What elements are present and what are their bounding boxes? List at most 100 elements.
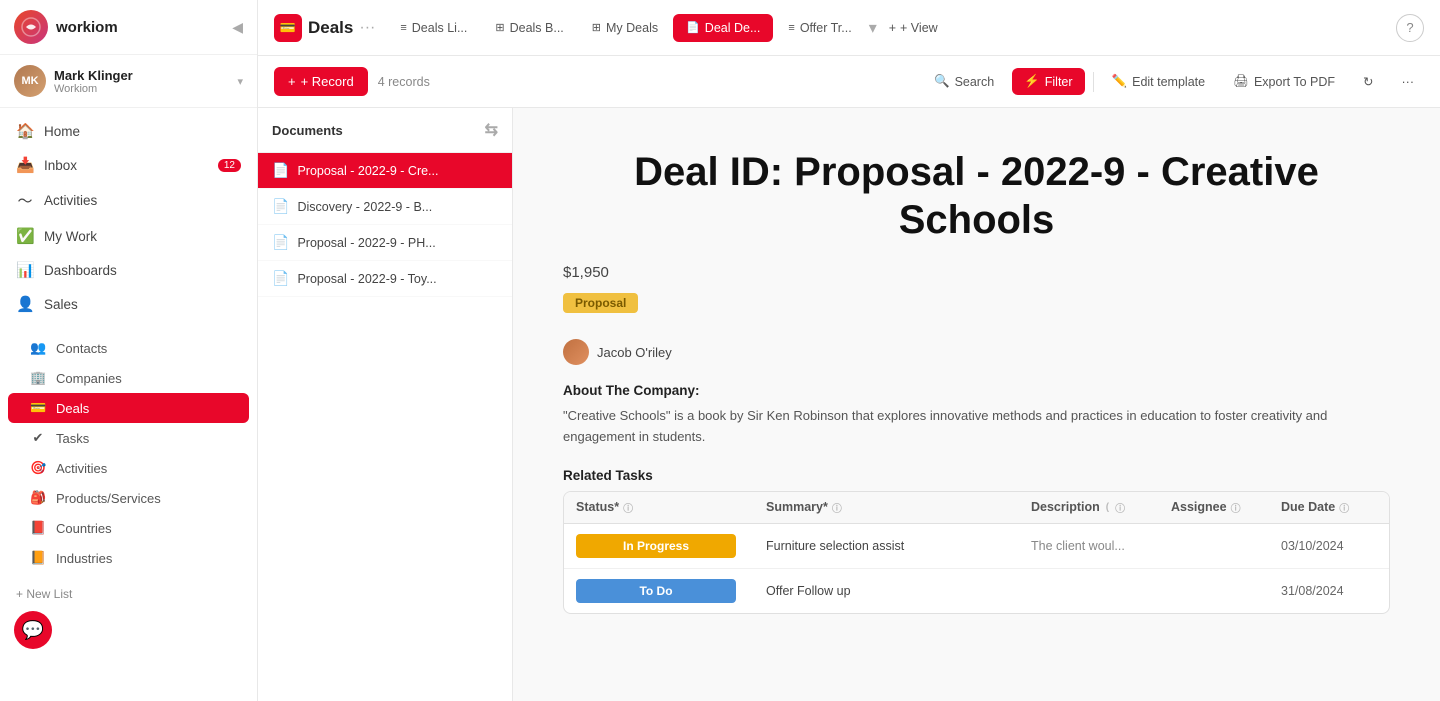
nav-tasks-label: Tasks	[56, 431, 89, 446]
refresh-icon: ↻	[1363, 74, 1373, 89]
tab-my-deals-icon: ⊞	[592, 21, 601, 34]
doc-item-3[interactable]: 📄 Proposal - 2022-9 - PH...	[258, 225, 512, 261]
refresh-button[interactable]: ↻	[1353, 68, 1383, 95]
tab-dropdown-icon[interactable]: ▾	[869, 18, 877, 38]
mywork-icon: ✅	[16, 227, 34, 245]
td-due-2: 31/08/2024	[1269, 574, 1389, 608]
th-summary: Summary* ⓘ	[754, 492, 1019, 523]
assignee-info-icon[interactable]: ⓘ	[1231, 500, 1241, 515]
sidebar-item-products[interactable]: 🎒 Products/Services	[0, 483, 257, 513]
countries-icon: 📕	[30, 520, 46, 536]
sidebar-item-companies[interactable]: 🏢 Companies	[0, 363, 257, 393]
avatar: MK	[14, 65, 46, 97]
edit-icon: ✏️	[1112, 74, 1128, 89]
td-summary-2: Offer Follow up	[754, 574, 1019, 608]
contacts-icon: 👥	[30, 340, 46, 356]
doc-item-2[interactable]: 📄 Discovery - 2022-9 - B...	[258, 189, 512, 225]
doc-label-3: Proposal - 2022-9 - PH...	[297, 236, 435, 250]
industries-icon: 📙	[30, 550, 46, 566]
sales-icon: 👤	[16, 295, 34, 313]
module-icon: 💳	[274, 14, 302, 42]
sidebar-item-industries[interactable]: 📙 Industries	[0, 543, 257, 573]
about-title: About The Company:	[563, 383, 1390, 398]
sidebar-item-inbox[interactable]: 📥 Inbox 12	[0, 148, 257, 182]
nav-activities-label: Activities	[44, 193, 97, 208]
doc-item-4[interactable]: 📄 Proposal - 2022-9 - Toy...	[258, 261, 512, 297]
doc-label-1: Proposal - 2022-9 - Cre...	[297, 164, 438, 178]
status-badge-inprogress: In Progress	[576, 534, 736, 558]
td-desc-2	[1019, 581, 1159, 601]
sidebar-collapse-icon[interactable]: ◀	[232, 19, 243, 36]
filter-button[interactable]: ⚡ Filter	[1012, 68, 1084, 95]
doc-icon-3: 📄	[272, 234, 289, 251]
tab-offer-tracker[interactable]: ≡ Offer Tr...	[775, 14, 864, 42]
deal-badge: Proposal	[563, 293, 638, 313]
related-tasks-title: Related Tasks	[563, 468, 1390, 483]
app-logo	[14, 10, 48, 44]
activities-sub-icon: 🎯	[30, 460, 46, 476]
record-plus-icon: +	[288, 74, 296, 89]
filter-icon: ⚡	[1024, 74, 1040, 89]
inbox-badge: 12	[218, 159, 241, 172]
td-status-2: To Do	[564, 569, 754, 613]
search-icon: 🔍	[934, 74, 950, 89]
sidebar-item-home[interactable]: 🏠 Home	[0, 114, 257, 148]
due-info-icon[interactable]: ⓘ	[1339, 500, 1349, 515]
tab-deals-board-icon: ⊞	[495, 21, 504, 34]
tab-deals-board[interactable]: ⊞ Deals B...	[482, 14, 576, 42]
inbox-icon: 📥	[16, 156, 34, 174]
record-button[interactable]: + + Record	[274, 67, 368, 96]
doc-label-4: Proposal - 2022-9 - Toy...	[297, 272, 436, 286]
docs-collapse-icon[interactable]: ⇆	[485, 120, 498, 140]
new-list-btn[interactable]: + New List	[0, 579, 257, 609]
summary-info-icon[interactable]: ⓘ	[832, 500, 842, 515]
sidebar-item-mywork[interactable]: ✅ My Work	[0, 219, 257, 253]
th-due-date: Due Date ⓘ	[1269, 492, 1389, 523]
nav-companies-label: Companies	[56, 371, 122, 386]
add-view-plus-icon: +	[889, 21, 896, 35]
sidebar-item-tasks[interactable]: ✔ Tasks	[0, 423, 257, 453]
sidebar-item-deals[interactable]: 💳 Deals	[8, 393, 249, 423]
tab-deal-detail[interactable]: 📄 Deal De...	[673, 14, 773, 42]
company-description: "Creative Schools" is a book by Sir Ken …	[563, 406, 1390, 448]
sidebar-item-sales[interactable]: 👤 Sales	[0, 287, 257, 321]
toolbar-separator	[1093, 72, 1094, 92]
tasks-icon: ✔	[30, 430, 46, 446]
edit-template-button[interactable]: ✏️ Edit template	[1102, 68, 1216, 95]
sidebar-item-activities-sub[interactable]: 🎯 Activities	[0, 453, 257, 483]
doc-item-1[interactable]: 📄 Proposal - 2022-9 - Cre...	[258, 153, 512, 189]
doc-icon-2: 📄	[272, 198, 289, 215]
add-view-btn[interactable]: + + View	[879, 15, 948, 41]
tab-my-deals[interactable]: ⊞ My Deals	[579, 14, 671, 42]
desc-info-icon[interactable]: ⓘ	[1115, 500, 1125, 515]
help-button[interactable]: ?	[1396, 14, 1424, 42]
documents-title: Documents	[272, 123, 343, 138]
th-assignee: Assignee ⓘ	[1159, 492, 1269, 523]
assignee-avatar	[563, 339, 589, 365]
export-pdf-button[interactable]: 🖨 Export To PDF	[1223, 68, 1345, 95]
activities-icon: 〜	[16, 190, 34, 211]
tasks-table-header: Status* ⓘ Summary* ⓘ Description ( ⓘ	[564, 492, 1389, 524]
detail-panel: Deal ID: Proposal - 2022-9 - Creative Sc…	[513, 108, 1440, 701]
search-button[interactable]: 🔍 Search	[924, 68, 1004, 95]
tab-deals-list[interactable]: ≡ Deals Li...	[387, 14, 480, 42]
chat-button[interactable]: 💬	[14, 611, 52, 649]
table-row: To Do Offer Follow up 31/08/2024	[564, 569, 1389, 613]
sidebar-item-contacts[interactable]: 👥 Contacts	[0, 333, 257, 363]
sidebar-item-activities[interactable]: 〜 Activities	[0, 182, 257, 219]
documents-header: Documents ⇆	[258, 108, 512, 153]
td-assignee-2	[1159, 581, 1269, 601]
user-section[interactable]: MK Mark Klinger Workiom ▾	[0, 55, 257, 108]
sidebar-item-dashboards[interactable]: 📊 Dashboards	[0, 253, 257, 287]
more-options-button[interactable]: ···	[1392, 69, 1425, 95]
content-area: Documents ⇆ 📄 Proposal - 2022-9 - Cre...…	[258, 108, 1440, 701]
module-title: Deals	[308, 18, 353, 38]
brand-name: workiom	[56, 19, 118, 36]
nav-home-label: Home	[44, 124, 80, 139]
status-info-icon[interactable]: ⓘ	[623, 500, 633, 515]
sidebar-item-countries[interactable]: 📕 Countries	[0, 513, 257, 543]
table-row: In Progress Furniture selection assist T…	[564, 524, 1389, 569]
module-more-icon[interactable]: ···	[359, 19, 375, 37]
tab-deals-list-icon: ≡	[400, 22, 406, 34]
td-summary-1: Furniture selection assist	[754, 529, 1019, 563]
